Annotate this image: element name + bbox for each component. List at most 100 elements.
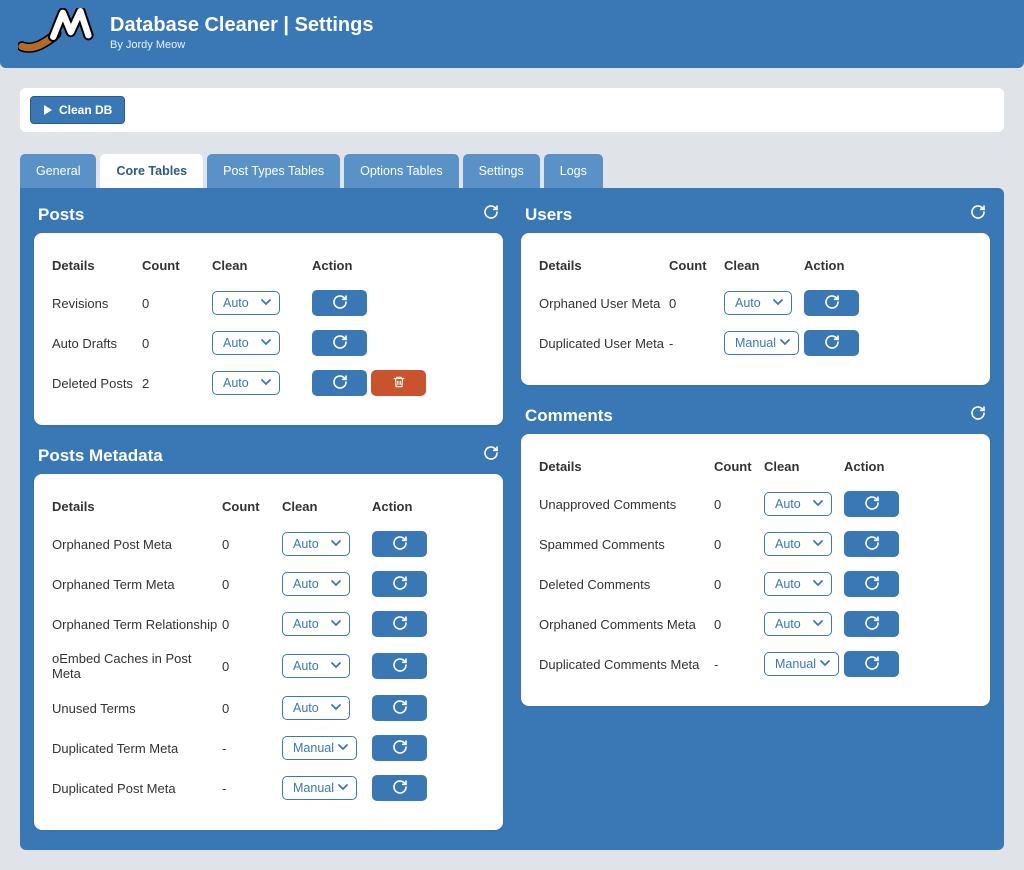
clean-mode-select[interactable]: Manual — [282, 776, 357, 800]
right-column: UsersDetailsCountCleanActionOrphaned Use… — [521, 202, 990, 706]
run-action-button[interactable] — [372, 611, 427, 637]
row-count: 0 — [222, 659, 282, 674]
col-count: Count — [222, 499, 282, 514]
tab-general[interactable]: General — [20, 154, 96, 188]
refresh-icon — [392, 699, 408, 718]
toolbar: Clean DB — [20, 88, 1004, 132]
table-row: Orphaned User Meta0Auto — [539, 283, 972, 323]
run-action-button[interactable] — [372, 735, 427, 761]
chevron-down-icon — [257, 336, 271, 350]
tab-core-tables[interactable]: Core Tables — [100, 154, 203, 188]
row-count: 0 — [222, 617, 282, 632]
table-row: Orphaned Term Meta0Auto — [52, 564, 485, 604]
row-count: 2 — [142, 376, 212, 391]
chevron-down-icon — [257, 296, 271, 310]
row-label: Duplicated Comments Meta — [539, 657, 714, 672]
select-value: Auto — [293, 617, 319, 631]
table-row: Deleted Comments0Auto — [539, 564, 972, 604]
run-action-button[interactable] — [312, 330, 367, 356]
run-action-button[interactable] — [312, 290, 367, 316]
chevron-down-icon — [816, 657, 830, 671]
chevron-down-icon — [809, 497, 823, 511]
col-action: Action — [312, 258, 485, 273]
run-action-button[interactable] — [312, 370, 367, 396]
clean-mode-select[interactable]: Manual — [282, 736, 357, 760]
app-logo — [18, 8, 98, 56]
clean-mode-select[interactable]: Auto — [724, 291, 792, 315]
table-row: Deleted Posts2Auto — [52, 363, 485, 403]
row-count: 0 — [222, 537, 282, 552]
run-action-button[interactable] — [372, 653, 427, 679]
clean-mode-select[interactable]: Manual — [764, 652, 839, 676]
chevron-down-icon — [334, 741, 348, 755]
table-row: Unapproved Comments0Auto — [539, 484, 972, 524]
refresh-icon — [392, 615, 408, 634]
refresh-icon — [392, 739, 408, 758]
panel-card: DetailsCountCleanActionOrphaned Post Met… — [34, 474, 503, 830]
run-action-button[interactable] — [844, 571, 899, 597]
page-byline: By Jordy Meow — [110, 39, 373, 51]
run-action-button[interactable] — [372, 531, 427, 557]
row-label: Unused Terms — [52, 701, 222, 716]
select-value: Auto — [735, 296, 761, 310]
row-label: Duplicated User Meta — [539, 336, 669, 351]
chevron-down-icon — [327, 659, 341, 673]
clean-mode-select[interactable]: Auto — [282, 572, 350, 596]
trash-button[interactable] — [371, 370, 426, 396]
run-action-button[interactable] — [844, 611, 899, 637]
table-row: Spammed Comments0Auto — [539, 524, 972, 564]
row-label: Duplicated Post Meta — [52, 781, 222, 796]
chevron-down-icon — [334, 781, 348, 795]
clean-mode-select[interactable]: Auto — [764, 492, 832, 516]
clean-mode-select[interactable]: Auto — [282, 654, 350, 678]
clean-mode-select[interactable]: Auto — [764, 572, 832, 596]
chevron-down-icon — [327, 537, 341, 551]
col-details: Details — [539, 258, 669, 273]
run-action-button[interactable] — [372, 571, 427, 597]
clean-mode-select[interactable]: Auto — [212, 291, 280, 315]
refresh-icon — [392, 535, 408, 554]
clean-mode-select[interactable]: Auto — [282, 612, 350, 636]
table-row: Duplicated User Meta-Manual — [539, 323, 972, 363]
select-value: Auto — [293, 577, 319, 591]
select-value: Auto — [775, 497, 801, 511]
run-action-button[interactable] — [844, 531, 899, 557]
clean-mode-select[interactable]: Auto — [212, 371, 280, 395]
clean-mode-select[interactable]: Auto — [212, 331, 280, 355]
tab-post-types-tables[interactable]: Post Types Tables — [207, 154, 340, 188]
run-action-button[interactable] — [372, 695, 427, 721]
row-label: Orphaned Comments Meta — [539, 617, 714, 632]
clean-mode-select[interactable]: Auto — [764, 612, 832, 636]
row-label: oEmbed Caches in Post Meta — [52, 651, 222, 681]
select-value: Auto — [775, 537, 801, 551]
run-action-button[interactable] — [804, 290, 859, 316]
refresh-icon — [864, 535, 880, 554]
play-icon — [43, 105, 53, 115]
row-count: 0 — [222, 701, 282, 716]
refresh-icon — [824, 334, 840, 353]
panel-comments: CommentsDetailsCountCleanActionUnapprove… — [521, 403, 990, 706]
run-action-button[interactable] — [844, 651, 899, 677]
refresh-icon[interactable] — [483, 445, 499, 466]
run-action-button[interactable] — [804, 330, 859, 356]
row-label: Spammed Comments — [539, 537, 714, 552]
clean-db-button[interactable]: Clean DB — [30, 96, 125, 124]
clean-mode-select[interactable]: Auto — [282, 532, 350, 556]
clean-mode-select[interactable]: Manual — [724, 331, 799, 355]
refresh-icon — [864, 575, 880, 594]
chevron-down-icon — [809, 577, 823, 591]
chevron-down-icon — [327, 701, 341, 715]
tab-options-tables[interactable]: Options Tables — [344, 154, 458, 188]
run-action-button[interactable] — [844, 491, 899, 517]
refresh-icon[interactable] — [483, 204, 499, 225]
refresh-icon[interactable] — [970, 405, 986, 426]
run-action-button[interactable] — [372, 775, 427, 801]
clean-mode-select[interactable]: Auto — [282, 696, 350, 720]
tab-settings[interactable]: Settings — [463, 154, 540, 188]
tab-bar: General Core Tables Post Types Tables Op… — [20, 154, 1004, 188]
refresh-icon[interactable] — [970, 204, 986, 225]
row-label: Orphaned Term Meta — [52, 577, 222, 592]
clean-mode-select[interactable]: Auto — [764, 532, 832, 556]
panel-card: DetailsCountCleanActionRevisions0AutoAut… — [34, 233, 503, 425]
tab-logs[interactable]: Logs — [544, 154, 603, 188]
